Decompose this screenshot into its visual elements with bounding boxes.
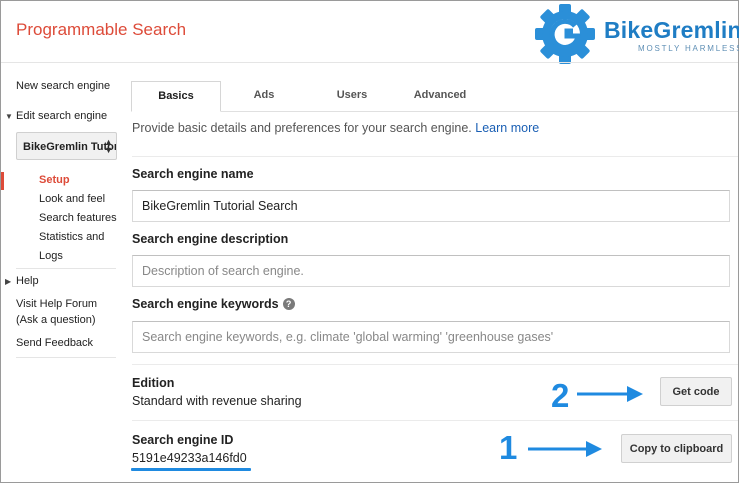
tab-users[interactable]: Users — [307, 81, 397, 112]
name-input[interactable]: BikeGremlin Tutorial Search — [132, 190, 730, 222]
section-divider-3 — [132, 420, 738, 421]
help-icon[interactable]: ? — [282, 298, 295, 310]
sidebar-divider — [16, 268, 116, 269]
sidebar-item-statistics[interactable]: Statistics and — [39, 231, 104, 243]
tab-ads[interactable]: Ads — [221, 81, 307, 112]
keywords-input[interactable]: Search engine keywords, e.g. climate 'gl… — [132, 321, 730, 353]
engine-id-value: 5191e49233a146fd0 — [132, 451, 247, 465]
copy-to-clipboard-button[interactable]: Copy to clipboard — [621, 434, 732, 463]
section-divider-2 — [132, 364, 738, 365]
edition-label: Edition — [132, 376, 175, 390]
sidebar-new-search-engine[interactable]: New search engine — [16, 80, 110, 92]
select-arrows-icon: ▲ ▼ — [104, 137, 113, 155]
window-frame — [0, 0, 739, 483]
sidebar-item-look-and-feel[interactable]: Look and feel — [39, 193, 105, 205]
learn-more-link[interactable]: Learn more — [475, 121, 539, 135]
engine-id-label: Search engine ID — [132, 433, 234, 447]
app-title: Programmable Search — [16, 20, 187, 39]
name-label: Search engine name — [132, 167, 254, 181]
sidebar-help[interactable]: Help — [16, 275, 39, 287]
keywords-label: Search engine keywords — [132, 297, 279, 311]
basics-description: Provide basic details and preferences fo… — [132, 121, 539, 135]
basics-description-text: Provide basic details and preferences fo… — [132, 121, 472, 135]
sidebar-send-feedback[interactable]: Send Feedback — [16, 337, 93, 349]
active-item-indicator — [1, 172, 4, 190]
sidebar-ask-question[interactable]: (Ask a question) — [16, 314, 95, 326]
description-input[interactable]: Description of search engine. — [132, 255, 730, 287]
sidebar-help-forum[interactable]: Visit Help Forum — [16, 298, 97, 310]
description-label: Search engine description — [132, 232, 289, 246]
collapsed-triangle-icon[interactable]: ▶ — [5, 277, 11, 286]
get-code-button[interactable]: Get code — [660, 377, 732, 406]
logo-wordmark: BikeGremlin — [604, 17, 739, 43]
tab-advanced[interactable]: Advanced — [397, 81, 483, 112]
keywords-label-row: Search engine keywords? — [132, 297, 295, 311]
callout-number-2: 2 — [551, 377, 570, 414]
section-divider — [132, 156, 738, 157]
callout-arrow-1-icon — [528, 441, 602, 457]
callout-number-1: 1 — [499, 429, 518, 466]
edition-value: Standard with revenue sharing — [132, 394, 302, 408]
tab-basics[interactable]: Basics — [131, 81, 221, 112]
engine-select-value: BikeGremlin Tutorial Search — [23, 141, 116, 153]
gear-icon — [535, 4, 595, 64]
header-divider — [1, 62, 738, 63]
sidebar-item-setup[interactable]: Setup — [39, 174, 70, 186]
callout-arrow-2-icon — [577, 386, 643, 402]
sidebar-divider-bottom — [16, 357, 116, 358]
sidebar-item-logs[interactable]: Logs — [39, 250, 63, 262]
logo-tagline: MOSTLY HARMLESS ™ — [638, 44, 739, 53]
bikegremlin-logo: BikeGremlin MOSTLY HARMLESS ™ — [530, 3, 739, 67]
sidebar-item-search-features[interactable]: Search features — [39, 212, 117, 224]
sidebar-edit-search-engine[interactable]: Edit search engine — [16, 110, 107, 122]
expanded-triangle-icon[interactable]: ▼ — [5, 112, 13, 121]
engine-select[interactable]: BikeGremlin Tutorial Search ▲▼ — [16, 132, 117, 160]
engine-id-highlight — [131, 468, 251, 471]
